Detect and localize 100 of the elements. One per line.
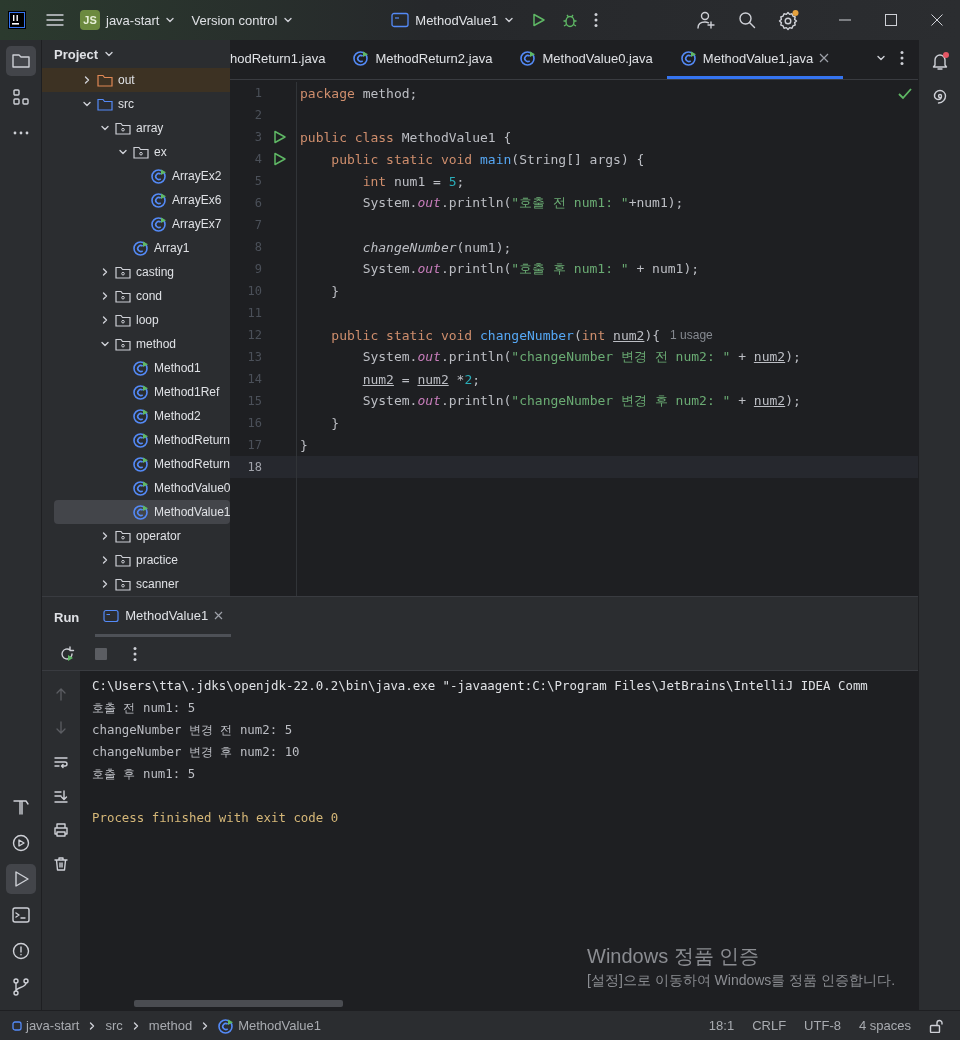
chevron-right-icon xyxy=(100,291,110,301)
class-icon xyxy=(133,456,149,472)
editor-tab[interactable]: MethodReturn2.java xyxy=(339,40,507,79)
editor-tab[interactable]: MethodValue1.java xyxy=(666,40,844,79)
chevron-right-icon xyxy=(82,75,92,85)
close-icon xyxy=(214,611,224,620)
breadcrumb[interactable]: MethodValue1 xyxy=(218,1017,322,1034)
tree-item[interactable]: ArrayEx7 xyxy=(54,212,230,236)
tree-item[interactable]: operator xyxy=(54,524,230,548)
breadcrumb[interactable]: java-start xyxy=(12,1018,80,1033)
minimize-icon xyxy=(839,19,851,21)
code-line: System.out.println("호출 전 num1: "+num1); xyxy=(361,194,684,212)
close-icon xyxy=(931,14,943,26)
code-line: System.out.println("changeNumber 변경 후 num2: " + num2); xyxy=(361,392,801,410)
code-line: int num1 = 5; xyxy=(361,173,465,189)
chevron-down-icon xyxy=(876,53,886,63)
trash-icon[interactable] xyxy=(53,856,69,872)
more-icon xyxy=(12,131,29,135)
tree-item[interactable]: practice xyxy=(54,548,230,572)
package-folder-icon xyxy=(133,145,149,159)
panel-title: Run xyxy=(54,609,80,625)
tree-item[interactable]: Method1 xyxy=(54,356,230,380)
breadcrumb[interactable]: method xyxy=(148,1018,193,1033)
folder-icon xyxy=(10,51,31,71)
code-line: } xyxy=(330,283,340,299)
console-line: 호출 후 num1: 5 xyxy=(92,765,197,783)
horizontal-scrollbar[interactable] xyxy=(134,1000,343,1007)
activation-message: [설정]으로 이동하여 Windows를 정품 인증합니다. xyxy=(587,972,896,990)
tool-window-button[interactable] xyxy=(5,864,36,894)
code-line: num2 = num2 *2; xyxy=(361,371,481,387)
package-folder-icon xyxy=(115,529,131,543)
more-vertical-icon xyxy=(133,645,137,662)
code-line: public class MethodValue1 { xyxy=(299,129,512,145)
scroll-to-end-icon[interactable] xyxy=(53,788,69,804)
tree-item[interactable]: cond xyxy=(54,284,230,308)
tree-item[interactable]: scanner xyxy=(54,572,230,596)
tree-item[interactable]: src xyxy=(54,92,230,116)
tree-item[interactable]: ArrayEx2 xyxy=(54,164,230,188)
project-badge: JS xyxy=(80,10,100,30)
editor-tab[interactable]: hodReturn1.java xyxy=(230,40,340,79)
tree-item[interactable]: ArrayEx6 xyxy=(54,188,230,212)
panel-title[interactable]: Project xyxy=(54,40,115,68)
tree-item[interactable]: Method2 xyxy=(54,404,230,428)
tree-item[interactable]: out xyxy=(42,68,230,92)
console-line: changeNumber 변경 후 num2: 10 xyxy=(92,743,301,761)
unlock-icon xyxy=(929,1018,943,1033)
tree-item[interactable]: method xyxy=(54,332,230,356)
status-item[interactable]: 18:1 xyxy=(703,1018,740,1033)
tree-item[interactable]: MethodReturn xyxy=(54,428,230,452)
package-folder-icon xyxy=(115,337,131,351)
tree-item[interactable]: Method1Ref xyxy=(54,380,230,404)
line-number: 18 xyxy=(246,460,262,474)
run-gutter-icon[interactable] xyxy=(271,151,287,167)
chevron-right-icon xyxy=(100,555,110,565)
chevron-right-icon xyxy=(100,531,110,541)
tree-item[interactable]: casting xyxy=(54,260,230,284)
class-icon xyxy=(151,216,167,232)
tree-item[interactable]: MethodValue1 xyxy=(54,500,230,524)
code-line: } xyxy=(330,415,340,431)
chevron-down-icon xyxy=(100,339,110,349)
editor-tab[interactable]: MethodValue0.java xyxy=(506,40,667,79)
tree-item[interactable]: loop xyxy=(54,308,230,332)
tree-item[interactable]: MethodValue0 xyxy=(54,476,230,500)
chevron-down-icon xyxy=(82,99,92,109)
run-config-selector[interactable]: MethodValue1 xyxy=(385,6,521,34)
structure-icon xyxy=(10,87,31,107)
status-item[interactable]: UTF-8 xyxy=(799,1018,846,1033)
problems-icon xyxy=(10,941,31,961)
code-line: System.out.println("changeNumber 변경 전 num2: " + num2); xyxy=(361,348,801,366)
code-line: public static void main(String[] args) { xyxy=(330,151,645,167)
run-gutter-icon[interactable] xyxy=(271,129,287,145)
console-line: C:\Users\tta\.jdks\openjdk-22.0.2\bin\java.exe "-javaagent:C:\Program Files\JetBrains\IntelliJ IDEA Comm xyxy=(92,677,869,695)
tool-window-button[interactable] xyxy=(5,46,36,76)
class-icon xyxy=(520,50,537,66)
soft-wrap-icon[interactable] xyxy=(53,754,69,770)
status-item[interactable]: 4 spaces xyxy=(853,1018,916,1033)
bug-icon xyxy=(562,12,579,28)
package-folder-icon xyxy=(115,289,131,303)
tree-item[interactable]: ex xyxy=(54,140,230,164)
chevron-right-icon xyxy=(100,315,110,325)
project-selector[interactable]: JS java-start xyxy=(74,6,182,34)
vcs-selector[interactable]: Version control xyxy=(185,6,300,34)
search-icon xyxy=(738,11,756,29)
menu-icon xyxy=(46,13,64,27)
add-user-icon xyxy=(696,10,716,30)
caret-icon xyxy=(165,15,176,25)
folder-icon xyxy=(97,97,113,111)
class-icon xyxy=(353,50,370,66)
class-icon xyxy=(133,480,149,496)
tree-item[interactable]: MethodReturn xyxy=(54,452,230,476)
class-icon xyxy=(133,432,149,448)
code-line: package method; xyxy=(299,85,418,101)
print-icon[interactable] xyxy=(53,822,69,838)
tree-item[interactable]: Array1 xyxy=(54,236,230,260)
code-line: } xyxy=(299,437,308,453)
breadcrumb[interactable]: src xyxy=(105,1018,123,1033)
status-item[interactable]: CRLF xyxy=(747,1018,792,1033)
usage-hint[interactable]: 1 usage xyxy=(670,328,713,342)
code-line: changeNumber(num1); xyxy=(361,239,512,255)
tree-item[interactable]: array xyxy=(54,116,230,140)
